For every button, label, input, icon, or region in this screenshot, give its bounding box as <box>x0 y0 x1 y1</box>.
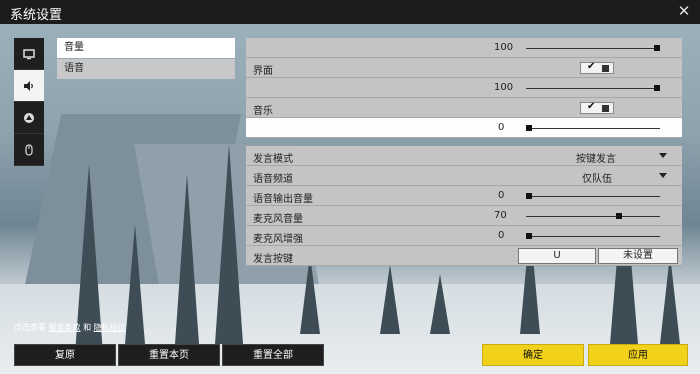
music-row: 音乐 ✔ <box>246 98 682 118</box>
tab-audio[interactable] <box>14 70 44 102</box>
voice-output-label: 语音输出音量 <box>253 194 313 205</box>
title-bar: 系统设置 ✕ <box>0 0 700 24</box>
music-volume-slider[interactable] <box>526 128 660 129</box>
tab-controls[interactable] <box>14 102 44 134</box>
slider-thumb[interactable] <box>654 85 660 91</box>
slider-thumb[interactable] <box>526 125 532 131</box>
close-icon[interactable]: ✕ <box>676 3 692 19</box>
tree-shape <box>215 144 243 344</box>
ui-sound-toggle[interactable]: ✔ <box>580 61 614 74</box>
voice-output-value: 0 <box>498 190 505 201</box>
mic-boost-row: 麦克风增强 0 <box>246 226 682 246</box>
dropdown-arrow-icon <box>659 173 667 178</box>
apply-button[interactable]: 应用 <box>588 344 688 366</box>
mic-volume-label: 麦克风音量 <box>253 214 303 225</box>
ui-sound-label: 界面 <box>253 66 273 77</box>
dropdown-arrow-icon <box>659 153 667 158</box>
submenu-item-volume[interactable]: 音量 <box>57 38 235 58</box>
reset-all-button[interactable]: 重置全部 <box>222 344 324 366</box>
master-volume-row: 100 <box>246 38 682 58</box>
check-icon: ✔ <box>587 61 596 72</box>
ui-volume-value: 100 <box>494 82 514 93</box>
voice-output-slider[interactable] <box>526 196 660 197</box>
category-tabs <box>14 38 44 166</box>
tab-display[interactable] <box>14 38 44 70</box>
slider-thumb[interactable] <box>526 233 532 239</box>
voice-channel-label: 语音频道 <box>253 174 293 185</box>
talk-key-label: 发言按键 <box>253 254 293 265</box>
mic-volume-value: 70 <box>494 210 507 221</box>
master-volume-value: 100 <box>494 42 514 53</box>
ui-volume-row: 100 <box>246 78 682 98</box>
mic-boost-label: 麦克风增强 <box>253 234 303 245</box>
steering-icon <box>24 112 34 123</box>
mouse-icon <box>25 143 33 156</box>
tree-shape <box>175 174 199 344</box>
restore-button[interactable]: 复原 <box>14 344 116 366</box>
tree-shape <box>430 274 450 334</box>
confirm-button[interactable]: 确定 <box>482 344 584 366</box>
mic-boost-slider[interactable] <box>526 236 660 237</box>
reset-page-button[interactable]: 重置本页 <box>118 344 220 366</box>
voice-mode-row[interactable]: 发言模式 按键发言 <box>246 146 682 166</box>
settings-panel: 100 界面 ✔ 100 音乐 ✔ 0 发言模式 按键发言 语音频道 仅队伍 语… <box>246 38 682 266</box>
window-title: 系统设置 <box>10 8 63 23</box>
audio-submenu: 音量 语音 <box>57 38 235 79</box>
toggle-square <box>602 105 609 112</box>
voice-mode-value: 按键发言 <box>576 154 616 165</box>
voice-channel-value: 仅队伍 <box>582 174 612 185</box>
music-volume-value: 0 <box>498 122 505 133</box>
talk-key-primary-button[interactable]: U <box>518 248 596 264</box>
slider-thumb[interactable] <box>526 193 532 199</box>
tree-shape <box>380 264 400 334</box>
ui-volume-slider[interactable] <box>526 88 660 89</box>
terms-prefix: 点击查看 <box>14 323 46 332</box>
voice-channel-row[interactable]: 语音频道 仅队伍 <box>246 166 682 186</box>
music-label: 音乐 <box>253 106 273 117</box>
terms-notice: 点击查看 服务条款 和 隐私协议 <box>14 322 126 333</box>
mic-volume-row: 麦克风音量 70 <box>246 206 682 226</box>
tree-shape <box>660 254 680 344</box>
monitor-icon <box>23 48 35 59</box>
talk-key-secondary-button[interactable]: 未设置 <box>598 248 678 264</box>
terms-of-service-link[interactable]: 服务条款 <box>49 323 81 332</box>
submenu-item-voice[interactable]: 语音 <box>57 59 235 79</box>
tree-shape <box>300 254 320 334</box>
voice-output-row: 语音输出音量 0 <box>246 186 682 206</box>
slider-thumb[interactable] <box>654 45 660 51</box>
slider-thumb[interactable] <box>615 213 622 219</box>
check-icon: ✔ <box>587 101 596 112</box>
tab-mouse[interactable] <box>14 134 44 166</box>
privacy-policy-link[interactable]: 隐私协议 <box>94 323 126 332</box>
mic-volume-slider[interactable] <box>526 216 660 217</box>
tree-shape <box>125 224 145 344</box>
talk-key-row: 发言按键 U 未设置 <box>246 246 682 266</box>
speaker-icon <box>24 80 33 91</box>
mic-boost-value: 0 <box>498 230 505 241</box>
ui-sound-row: 界面 ✔ <box>246 58 682 78</box>
music-toggle[interactable]: ✔ <box>580 101 614 114</box>
master-volume-slider[interactable] <box>526 48 660 49</box>
voice-mode-label: 发言模式 <box>253 154 293 165</box>
terms-and: 和 <box>83 323 92 332</box>
music-volume-row: 0 <box>246 118 682 138</box>
toggle-square <box>602 65 609 72</box>
